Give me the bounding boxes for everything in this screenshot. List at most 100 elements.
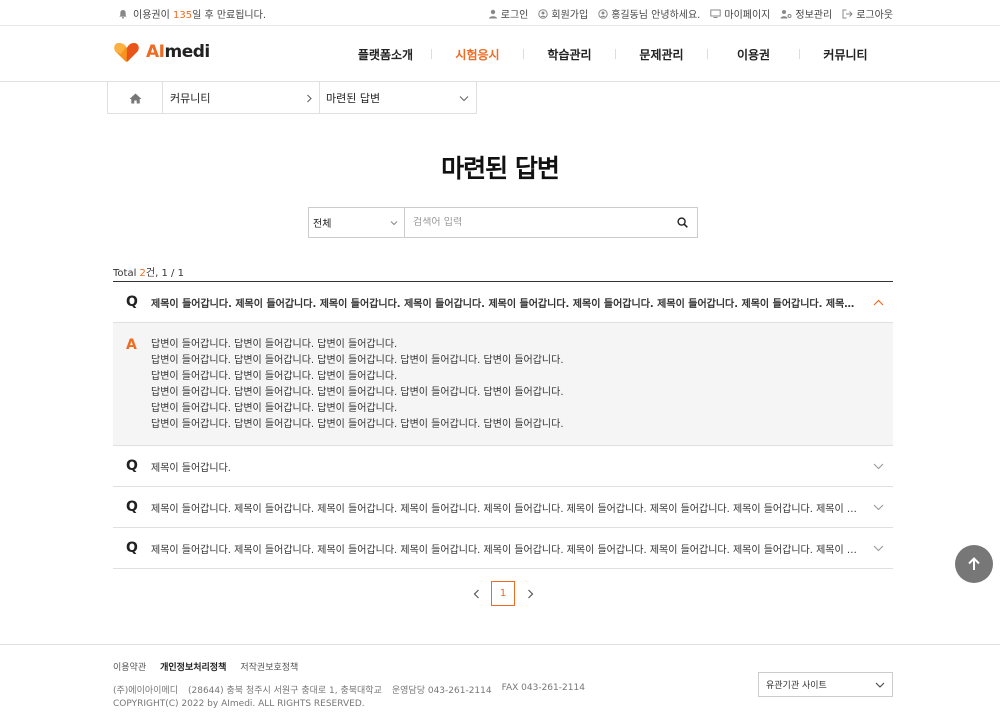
greeting-link[interactable]: 홍길동님 안녕하세요. — [598, 6, 700, 21]
footer-company: (주)에이아이메디 — [113, 686, 178, 696]
q-marker: Q — [126, 294, 138, 310]
global-nav: 플랫폼소개 시험응시 학습관리 문제관리 이용권 커뮤니티 — [340, 26, 891, 82]
total-prefix: Total — [113, 268, 140, 279]
faq-list: Q 제목이 들어갑니다. 제목이 들어갑니다. 제목이 들어갑니다. 제목이 들… — [113, 281, 893, 569]
monitor-icon — [710, 9, 722, 19]
main-header: AImedi 플랫폼소개 시험응시 학습관리 문제관리 이용권 커뮤니티 — [0, 26, 1000, 82]
footer-link-privacy[interactable]: 개인정보처리정책 — [160, 660, 226, 673]
site-logo[interactable]: AImedi — [113, 40, 210, 64]
logout-link[interactable]: 로그아웃 — [842, 6, 893, 21]
faq-question-row[interactable]: Q 제목이 들어갑니다. — [113, 446, 893, 487]
faq-question-text: 제목이 들어갑니다. 제목이 들어갑니다. 제목이 들어갑니다. 제목이 들어갑… — [151, 544, 871, 556]
info-manage-link[interactable]: 정보관리 — [780, 6, 832, 21]
faq-question-text: 제목이 들어갑니다. 제목이 들어갑니다. 제목이 들어갑니다. 제목이 들어갑… — [151, 503, 871, 515]
top-utility-bar: 이용권이 135일 후 만료됩니다. 로그인 회원가입 홍길동님 안녕하세요. … — [0, 0, 1000, 26]
q-marker: Q — [126, 499, 138, 515]
login-link[interactable]: 로그인 — [488, 6, 529, 21]
breadcrumb-community[interactable]: 커뮤니티 — [163, 82, 320, 114]
answer-line: 답변이 들어갑니다. 답변이 들어갑니다. 답변이 들어갑니다. 답변이 들어갑… — [151, 355, 564, 366]
logo-mark-icon — [113, 40, 141, 64]
notice-days: 135 — [172, 10, 193, 21]
breadcrumb-current-label: 마련된 답변 — [326, 92, 381, 105]
family-site-label: 유관기관 사이트 — [766, 681, 827, 691]
chevron-right-icon[interactable] — [524, 589, 536, 599]
logout-link-label: 로그아웃 — [856, 10, 893, 21]
faq-question-row[interactable]: Q 제목이 들어갑니다. 제목이 들어갑니다. 제목이 들어갑니다. 제목이 들… — [113, 282, 893, 323]
bell-icon — [118, 9, 128, 19]
page-title: 마련된 답변 — [441, 154, 560, 183]
arrow-up-icon — [966, 556, 982, 572]
answer-line: 답변이 들어갑니다. 답변이 들어갑니다. 답변이 들어갑니다. — [151, 371, 398, 382]
footer: 이용약관 개인정보처리정책 저작권보호정책 (주)에이아이메디 (28644) … — [0, 644, 1000, 724]
breadcrumb-community-label: 커뮤니티 — [170, 92, 211, 105]
faq-question-text: 제목이 들어갑니다. 제목이 들어갑니다. 제목이 들어갑니다. 제목이 들어갑… — [151, 298, 871, 310]
notice-prefix: 이용권이 — [133, 10, 173, 21]
notice-suffix: 일 후 만료됩니다. — [192, 10, 267, 21]
search-category-value: 전체 — [313, 219, 332, 230]
q-marker: Q — [126, 540, 138, 556]
footer-links: 이용약관 개인정보처리정책 저작권보호정책 — [113, 660, 298, 673]
pagination: 1 — [470, 581, 536, 606]
search-bar: 전체 — [308, 207, 698, 238]
nav-learning[interactable]: 학습관리 — [524, 46, 615, 63]
chevron-up-icon[interactable] — [871, 299, 885, 306]
answer-line: 답변이 들어갑니다. 답변이 들어갑니다. 답변이 들어갑니다. 답변이 들어갑… — [151, 387, 564, 398]
search-input-box — [405, 207, 698, 238]
logo-medi: medi — [164, 42, 210, 62]
subscription-notice: 이용권이 135일 후 만료됩니다. — [118, 6, 266, 21]
footer-link-copyright-policy[interactable]: 저작권보호정책 — [240, 660, 298, 673]
chevron-left-icon[interactable] — [470, 589, 482, 599]
nav-community[interactable]: 커뮤니티 — [800, 46, 891, 63]
logo-text: AImedi — [146, 42, 210, 62]
footer-fax: FAX 043-261-2114 — [501, 683, 585, 693]
login-link-label: 로그인 — [500, 10, 529, 21]
result-total: Total 2건, 1 / 1 — [113, 264, 184, 279]
total-page: 1 / 1 — [161, 268, 184, 279]
user-circle-icon — [538, 8, 549, 19]
search-input[interactable] — [413, 217, 653, 228]
chevron-down-icon[interactable] — [871, 545, 885, 552]
chevron-down-icon — [875, 682, 885, 688]
nav-questions[interactable]: 문제관리 — [616, 46, 707, 63]
logo-ai: AI — [146, 42, 165, 62]
answer-line: 답변이 들어갑니다. 답변이 들어갑니다. 답변이 들어갑니다. — [151, 339, 398, 350]
faq-question-text: 제목이 들어갑니다. — [151, 462, 231, 474]
footer-link-terms[interactable]: 이용약관 — [113, 660, 146, 673]
faq-answer-panel: A 답변이 들어갑니다. 답변이 들어갑니다. 답변이 들어갑니다. 답변이 들… — [113, 323, 893, 446]
breadcrumb-home[interactable] — [107, 82, 163, 114]
footer-company-info: (주)에이아이메디 (28644) 충북 청주시 서원구 충대로 1, 충북대학… — [113, 683, 585, 696]
breadcrumb-current-dropdown[interactable]: 마련된 답변 — [320, 82, 477, 114]
answer-line: 답변이 들어갑니다. 답변이 들어갑니다. 답변이 들어갑니다. — [151, 403, 398, 414]
nav-platform-intro[interactable]: 플랫폼소개 — [340, 46, 431, 63]
family-site-select[interactable]: 유관기관 사이트 — [758, 672, 893, 697]
chevron-right-icon — [306, 94, 313, 103]
scroll-top-button[interactable] — [955, 545, 993, 583]
faq-question-row[interactable]: Q 제목이 들어갑니다. 제목이 들어갑니다. 제목이 들어갑니다. 제목이 들… — [113, 528, 893, 569]
faq-question-row[interactable]: Q 제목이 들어갑니다. 제목이 들어갑니다. 제목이 들어갑니다. 제목이 들… — [113, 487, 893, 528]
breadcrumb: 커뮤니티 마련된 답변 — [107, 82, 477, 114]
mypage-link[interactable]: 마이페이지 — [710, 6, 770, 21]
logout-icon — [842, 9, 853, 19]
nav-pass[interactable]: 이용권 — [708, 46, 799, 63]
nav-exam[interactable]: 시험응시 — [432, 46, 523, 63]
user-gear-icon — [780, 9, 792, 19]
footer-copyright: COPYRIGHT(C) 2022 by AImedi. ALL RIGHTS … — [113, 699, 365, 709]
user-circle-icon — [598, 8, 608, 19]
faq-answer-text: 답변이 들어갑니다. 답변이 들어갑니다. 답변이 들어갑니다. 답변이 들어갑… — [151, 337, 564, 445]
signup-link-label: 회원가입 — [551, 10, 589, 21]
search-icon[interactable] — [677, 217, 688, 228]
chevron-down-icon[interactable] — [871, 504, 885, 511]
user-icon — [488, 9, 498, 19]
footer-address: (28644) 충북 청주시 서원구 충대로 1, 충북대학교 — [187, 686, 382, 696]
chevron-down-icon — [459, 95, 469, 102]
signup-link[interactable]: 회원가입 — [538, 6, 588, 21]
search-category-select[interactable]: 전체 — [308, 207, 405, 238]
mypage-link-label: 마이페이지 — [724, 10, 771, 21]
page-number-current[interactable]: 1 — [491, 581, 515, 606]
footer-contact: 운영담당 043-261-2114 — [391, 686, 492, 696]
chevron-down-icon — [390, 220, 398, 226]
home-icon — [129, 93, 142, 104]
greeting-label: 홍길동님 안녕하세요. — [611, 10, 701, 21]
chevron-down-icon[interactable] — [871, 463, 885, 470]
answer-line: 답변이 들어갑니다. 답변이 들어갑니다. 답변이 들어갑니다. 답변이 들어갑… — [151, 419, 564, 430]
